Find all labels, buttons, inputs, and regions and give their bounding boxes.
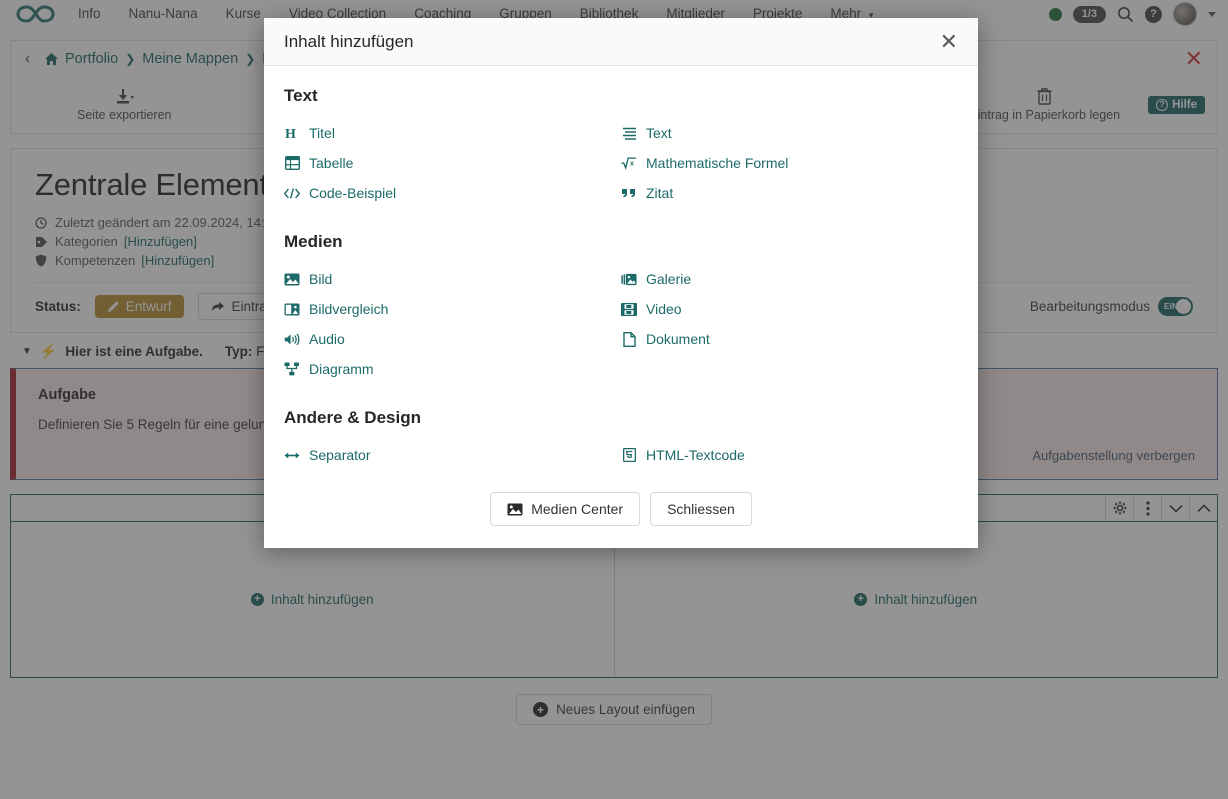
section-title-medien: Medien — [284, 232, 343, 251]
quote-marks-icon — [621, 187, 637, 199]
option-label: Video — [646, 301, 682, 317]
document-icon — [621, 331, 637, 347]
svg-text:H: H — [285, 127, 296, 140]
option-label: Mathematische Formel — [646, 155, 789, 171]
heading-icon: H — [284, 127, 300, 140]
option-tabelle[interactable]: Tabelle — [284, 148, 621, 178]
option-label: Separator — [309, 447, 371, 463]
section-title-text: Text — [284, 86, 318, 105]
option-zitat[interactable]: Zitat — [621, 178, 958, 208]
option-code-beispiel[interactable]: Code-Beispiel — [284, 178, 621, 208]
option-video[interactable]: Video — [621, 294, 958, 324]
modal-title: Inhalt hinzufügen — [284, 31, 414, 51]
app-root: Info Nanu-Nana Kurse Video Collection Co… — [0, 0, 1228, 799]
section-options-text: H Titel Text Tabelle x Mathematische For… — [284, 118, 958, 208]
code-brackets-icon — [284, 187, 300, 200]
section-options-andere-design: Separator HTML-Textcode — [284, 440, 958, 470]
film-icon — [621, 302, 637, 316]
option-galerie[interactable]: Galerie — [621, 264, 958, 294]
sitemap-icon — [284, 362, 300, 376]
option-diagramm[interactable]: Diagramm — [284, 354, 621, 384]
gallery-icon — [621, 273, 637, 286]
modal-body: Text H Titel Text Tabelle x Mathematisch… — [264, 66, 978, 476]
option-label: Tabelle — [309, 155, 354, 171]
image-compare-icon — [284, 303, 300, 316]
option-label: Zitat — [646, 185, 674, 201]
option-label: HTML-Textcode — [646, 447, 745, 463]
html5-icon — [621, 448, 637, 462]
media-center-button[interactable]: Medien Center — [490, 492, 641, 526]
add-content-modal: Inhalt hinzufügen ✕ Text H Titel Text Ta… — [264, 18, 978, 548]
option-audio[interactable]: Audio — [284, 324, 621, 354]
option-label: Galerie — [646, 271, 692, 287]
modal-footer: Medien Center Schliessen — [264, 476, 978, 548]
close-x-icon[interactable]: ✕ — [940, 30, 958, 53]
option-label: Titel — [309, 125, 335, 141]
image-icon — [507, 503, 523, 516]
option-label: Bild — [309, 271, 333, 287]
text-lines-icon — [621, 127, 637, 140]
section-options-medien: Bild Galerie Bildvergleich Video Audio D… — [284, 264, 958, 384]
section-title-andere-design: Andere & Design — [284, 408, 421, 427]
option-separator[interactable]: Separator — [284, 440, 621, 470]
option-label: Dokument — [646, 331, 710, 347]
option-bild[interactable]: Bild — [284, 264, 621, 294]
option-bildvergleich[interactable]: Bildvergleich — [284, 294, 621, 324]
media-center-label: Medien Center — [531, 501, 624, 517]
option-label: Audio — [309, 331, 345, 347]
option-text[interactable]: Text — [621, 118, 958, 148]
option-label: Text — [646, 125, 672, 141]
arrows-horizontal-icon — [284, 450, 300, 461]
option-titel[interactable]: H Titel — [284, 118, 621, 148]
square-root-icon: x — [621, 156, 637, 170]
modal-header: Inhalt hinzufügen ✕ — [264, 18, 978, 66]
speaker-icon — [284, 333, 300, 346]
svg-text:x: x — [630, 160, 634, 168]
option-html-textcode[interactable]: HTML-Textcode — [621, 440, 958, 470]
option-label: Bildvergleich — [309, 301, 389, 317]
close-modal-label: Schliessen — [667, 501, 735, 517]
image-icon — [284, 273, 300, 286]
option-label: Diagramm — [309, 361, 374, 377]
table-icon — [284, 156, 300, 170]
close-modal-button[interactable]: Schliessen — [650, 492, 752, 526]
option-mathematische-formel[interactable]: x Mathematische Formel — [621, 148, 958, 178]
option-dokument[interactable]: Dokument — [621, 324, 958, 354]
option-label: Code-Beispiel — [309, 185, 397, 201]
